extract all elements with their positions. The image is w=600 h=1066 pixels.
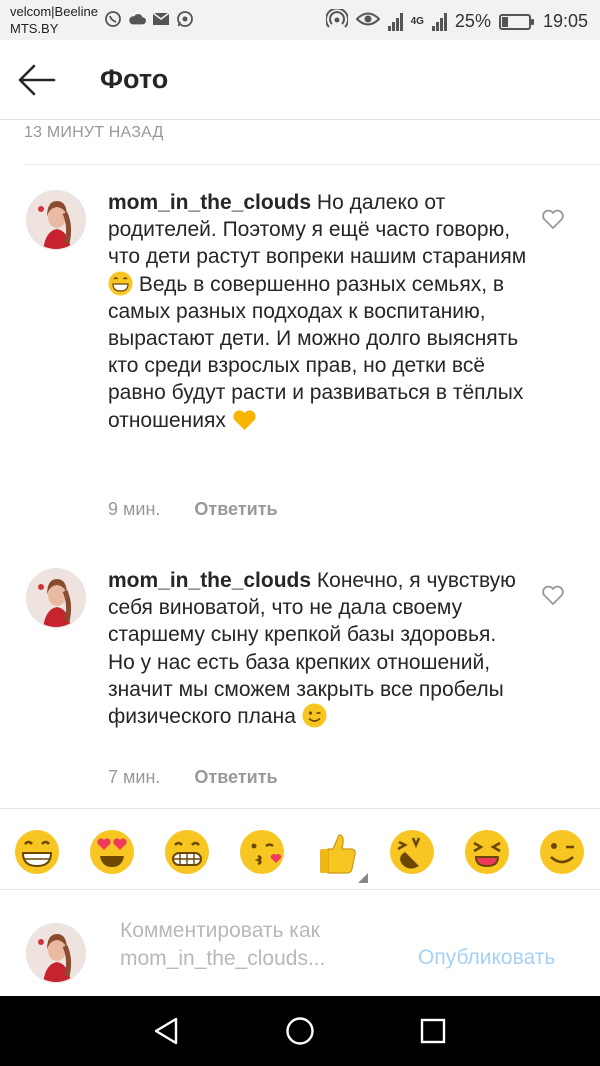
arrow-left-icon xyxy=(18,64,56,96)
emoji-variant-indicator-icon xyxy=(358,873,368,883)
eye-icon xyxy=(355,10,380,33)
comment-meta: 7 мин. Ответить xyxy=(108,767,278,788)
page-title: Фото xyxy=(100,64,169,94)
system-navigation-bar xyxy=(0,996,600,1066)
top-app-bar: Фото xyxy=(0,40,600,120)
nav-back-button[interactable] xyxy=(147,1011,187,1051)
carrier-line-1: velcom|Beeline xyxy=(10,4,98,19)
profile-photo xyxy=(27,924,85,982)
nav-recents-button[interactable] xyxy=(413,1011,453,1051)
emoji-squinting-face-button[interactable] xyxy=(464,829,510,875)
emoji-heart-eyes-button[interactable] xyxy=(89,829,135,875)
profile-photo xyxy=(27,191,85,249)
notification-icons xyxy=(104,10,194,28)
square-recents-icon xyxy=(420,1018,446,1044)
carrier-info: velcom|Beeline MTS.BY xyxy=(10,3,98,37)
whatsapp-icon xyxy=(176,10,194,28)
comment-time: 9 мин. xyxy=(108,499,161,519)
divider xyxy=(24,164,600,165)
viber-icon xyxy=(104,10,122,28)
comment-composer: Комментировать как mom_in_the_clouds... … xyxy=(0,891,600,996)
comment-username[interactable]: mom_in_the_clouds xyxy=(108,191,311,214)
avatar[interactable] xyxy=(26,568,86,628)
comment-meta: 9 мин. Ответить xyxy=(108,499,278,520)
profile-photo xyxy=(27,569,85,627)
emoji-quick-bar xyxy=(0,808,600,890)
placeholder-line-1: Комментировать как xyxy=(120,919,320,942)
back-button[interactable] xyxy=(14,58,66,102)
current-user-avatar xyxy=(26,923,86,983)
status-right: 4G 25% 19:05 xyxy=(324,7,588,34)
heart-outline-icon xyxy=(542,585,564,605)
comment-text: mom_in_the_clouds Конечно, я чувствую се… xyxy=(108,567,528,730)
placeholder-line-2: mom_in_the_clouds... xyxy=(120,947,326,970)
emoji-kissing-face-button[interactable] xyxy=(239,829,285,875)
comment-body-cont: Ведь в совершенно разных семьях, в самых… xyxy=(108,272,524,432)
post-timestamp: 13 МИНУТ НАЗАД xyxy=(24,124,164,141)
yellow-heart-emoji xyxy=(232,407,257,432)
battery-percent: 25% xyxy=(454,11,491,31)
clock: 19:05 xyxy=(542,11,588,31)
grinning-face-emoji xyxy=(108,271,133,296)
network-type: 4G xyxy=(410,15,424,27)
nav-home-button[interactable] xyxy=(280,1011,320,1051)
comment-text: mom_in_the_clouds Но далеко от родителей… xyxy=(108,189,528,434)
status-bar: velcom|Beeline MTS.BY 4G 25% 19:05 xyxy=(0,0,600,40)
comment-input[interactable]: Комментировать как mom_in_the_clouds... xyxy=(120,917,400,973)
avatar[interactable] xyxy=(26,190,86,250)
carrier-line-2: MTS.BY xyxy=(10,21,59,36)
circle-home-icon xyxy=(286,1017,314,1045)
cloud-icon xyxy=(128,10,146,28)
triangle-back-icon xyxy=(154,1017,178,1045)
mail-icon xyxy=(152,10,170,28)
emoji-grinning-face-button[interactable] xyxy=(14,829,60,875)
signal-icon-2 xyxy=(431,12,447,31)
heart-outline-icon xyxy=(542,209,564,229)
emoji-thumbs-up-button[interactable] xyxy=(314,829,360,875)
emoji-laughing-tilted-face-button[interactable] xyxy=(389,829,435,875)
hotspot-icon xyxy=(324,7,349,34)
comment-username[interactable]: mom_in_the_clouds xyxy=(108,569,311,592)
reply-button[interactable]: Ответить xyxy=(194,767,277,788)
like-button[interactable] xyxy=(541,584,565,606)
battery-level-fill xyxy=(501,16,509,27)
signal-icon xyxy=(387,12,403,31)
comment-time: 7 мин. xyxy=(108,767,161,787)
emoji-grimacing-face-button[interactable] xyxy=(164,829,210,875)
like-button[interactable] xyxy=(541,208,565,230)
publish-button[interactable]: Опубликовать xyxy=(418,946,555,970)
reply-button[interactable]: Ответить xyxy=(194,499,277,520)
emoji-winking-face-button[interactable] xyxy=(539,829,585,875)
battery-icon xyxy=(498,13,534,30)
winking-face-emoji xyxy=(302,703,327,728)
